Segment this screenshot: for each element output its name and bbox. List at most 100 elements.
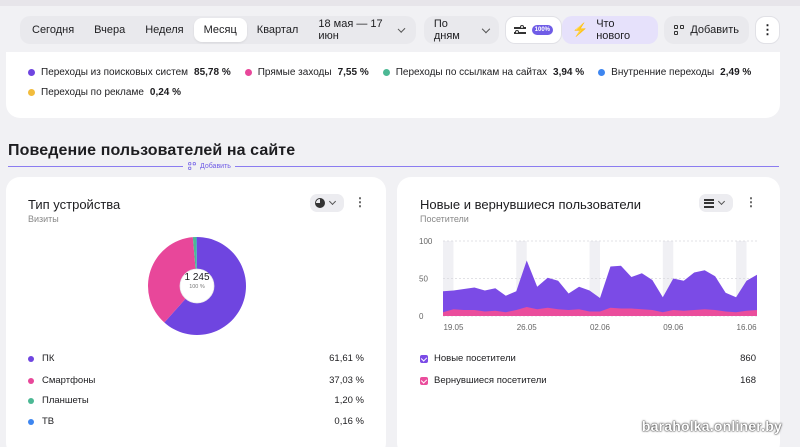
section-add-button[interactable]: Добавить: [183, 161, 235, 171]
legend-dot: [28, 69, 35, 76]
sliders-icon: [513, 25, 526, 35]
checkbox-checked-icon[interactable]: [420, 354, 428, 363]
x-tick-label: 26.05: [517, 323, 538, 332]
legend-label: Переходы по ссылкам на сайтах: [395, 67, 548, 78]
legend-dot: [28, 355, 34, 362]
y-tick-label: 50: [419, 275, 428, 284]
legend-dot: [244, 69, 252, 76]
legend-value: 3,94 %: [553, 67, 585, 78]
legend-dot: [28, 397, 34, 404]
legend-value: 2,49 %: [720, 67, 752, 78]
card-subtitle: Визиты: [28, 214, 59, 224]
checkbox-checked-icon[interactable]: [420, 376, 428, 385]
row-label: ПК: [42, 353, 55, 364]
more-options-button[interactable]: ⋮: [754, 16, 780, 44]
x-tick-label: 09.06: [663, 323, 684, 332]
sampling-button[interactable]: 100%: [504, 16, 562, 44]
sampling-badge: 100%: [531, 25, 553, 35]
sources-legend-row-1: Переходы из поисковых систем 85,78 % Пря…: [28, 67, 765, 78]
whats-new-label: Что нового: [596, 18, 631, 42]
new-returning-users-card: Новые и вернувшиеся пользователи Посетит…: [397, 177, 780, 447]
chart-type-select[interactable]: [699, 194, 733, 212]
device-row[interactable]: ТВ 0,16 %: [28, 416, 364, 427]
period-selector: Сегодня Вчера Неделя Месяц Квартал 18 ма…: [20, 16, 416, 44]
filter-bar: Сегодня Вчера Неделя Месяц Квартал 18 ма…: [20, 14, 780, 46]
pie-total-pct: 100 %: [189, 284, 205, 290]
add-widget-icon: [188, 162, 196, 170]
legend-label: Переходы по рекламе: [41, 87, 144, 98]
pie-center-label: 1 245 100 %: [180, 272, 214, 290]
period-quarter-button[interactable]: Квартал: [247, 18, 309, 42]
add-widget-label: Добавить: [690, 24, 739, 36]
legend-item-direct[interactable]: Прямые заходы 7,55 %: [244, 67, 369, 78]
x-tick-label: 02.06: [590, 323, 611, 332]
legend-dot: [28, 89, 35, 96]
lightning-icon: ⚡: [572, 22, 589, 37]
row-value: 860: [740, 353, 756, 364]
legend-value: 85,78 %: [194, 67, 231, 78]
row-label: Вернувшиеся посетители: [434, 375, 547, 386]
period-yesterday-button[interactable]: Вчера: [84, 18, 135, 42]
card-subtitle: Посетители: [420, 214, 469, 224]
card-title: Тип устройства: [28, 197, 121, 212]
row-label: Новые посетители: [434, 353, 516, 364]
visitors-area-chart: 0 50 100 19.05 26.05 02.06 09.06 16.06: [419, 237, 758, 332]
pie-total: 1 245: [184, 272, 210, 283]
period-month-button[interactable]: Месяц: [193, 18, 247, 42]
add-widget-button[interactable]: Добавить: [664, 16, 749, 44]
sources-legend-row-2: Переходы по рекламе 0,24 %: [28, 87, 195, 98]
chart-type-select[interactable]: [310, 194, 344, 212]
grouping-label: По дням: [433, 18, 460, 42]
browser-bookmarks-strip: [0, 0, 800, 6]
legend-label: Внутренние переходы: [611, 67, 715, 78]
chevron-down-icon: [717, 197, 726, 206]
date-range-picker[interactable]: 18 мая — 17 июн: [308, 18, 413, 42]
card-title: Новые и вернувшиеся пользователи: [420, 197, 642, 212]
legend-item-links[interactable]: Переходы по ссылкам на сайтах 3,94 %: [382, 67, 585, 78]
section-divider: [8, 166, 779, 167]
row-value: 168: [740, 375, 756, 386]
period-week-button[interactable]: Неделя: [135, 18, 193, 42]
device-row[interactable]: Планшеты 1,20 %: [28, 395, 364, 406]
row-label: Планшеты: [42, 395, 89, 406]
chevron-down-icon: [328, 197, 337, 206]
pie-chart-icon: [315, 198, 325, 208]
chevron-down-icon: [397, 24, 406, 33]
row-value: 1,20 %: [334, 395, 364, 406]
add-widget-icon: [674, 25, 685, 35]
device-row[interactable]: Смартфоны 37,03 %: [28, 375, 364, 386]
legend-item-ads[interactable]: Переходы по рекламе 0,24 %: [28, 87, 181, 98]
row-label: Смартфоны: [42, 375, 96, 386]
legend-label: Переходы из поисковых систем: [41, 67, 189, 78]
device-row[interactable]: ПК 61,61 %: [28, 353, 364, 364]
legend-dot: [28, 418, 34, 425]
row-value: 37,03 %: [329, 375, 364, 386]
legend-item-search[interactable]: Переходы из поисковых систем 85,78 %: [28, 67, 231, 78]
legend-item-internal[interactable]: Внутренние переходы 2,49 %: [598, 67, 751, 78]
visitors-row[interactable]: Новые посетители 860: [420, 353, 756, 364]
legend-dot: [28, 377, 34, 384]
traffic-sources-card: Переходы из поисковых систем 85,78 % Пря…: [6, 52, 780, 118]
y-tick-label: 0: [419, 312, 424, 321]
section-title: Поведение пользователей на сайте: [8, 142, 296, 159]
stacked-area-icon: [704, 198, 714, 208]
grouping-select[interactable]: По дням: [423, 16, 499, 44]
card-menu-button[interactable]: ⋮: [745, 195, 757, 209]
card-menu-button[interactable]: ⋮: [354, 195, 366, 209]
x-tick-label: 16.06: [737, 323, 758, 332]
y-tick-label: 100: [419, 237, 433, 246]
legend-dot: [598, 69, 606, 76]
chevron-down-icon: [481, 24, 490, 33]
period-today-button[interactable]: Сегодня: [22, 18, 84, 42]
row-value: 61,61 %: [329, 353, 364, 364]
whats-new-button[interactable]: ⚡ Что нового: [562, 16, 659, 44]
legend-value: 0,24 %: [149, 87, 182, 98]
row-label: ТВ: [42, 416, 55, 427]
visitors-row[interactable]: Вернувшиеся посетители 168: [420, 375, 756, 386]
section-add-label: Добавить: [200, 162, 231, 170]
row-value: 0,16 %: [334, 416, 364, 427]
legend-dot: [382, 69, 390, 76]
watermark: baraholka.onliner.by: [641, 418, 782, 434]
legend-value: 7,55 %: [337, 67, 369, 78]
date-range-label: 18 мая — 17 июн: [318, 18, 383, 42]
